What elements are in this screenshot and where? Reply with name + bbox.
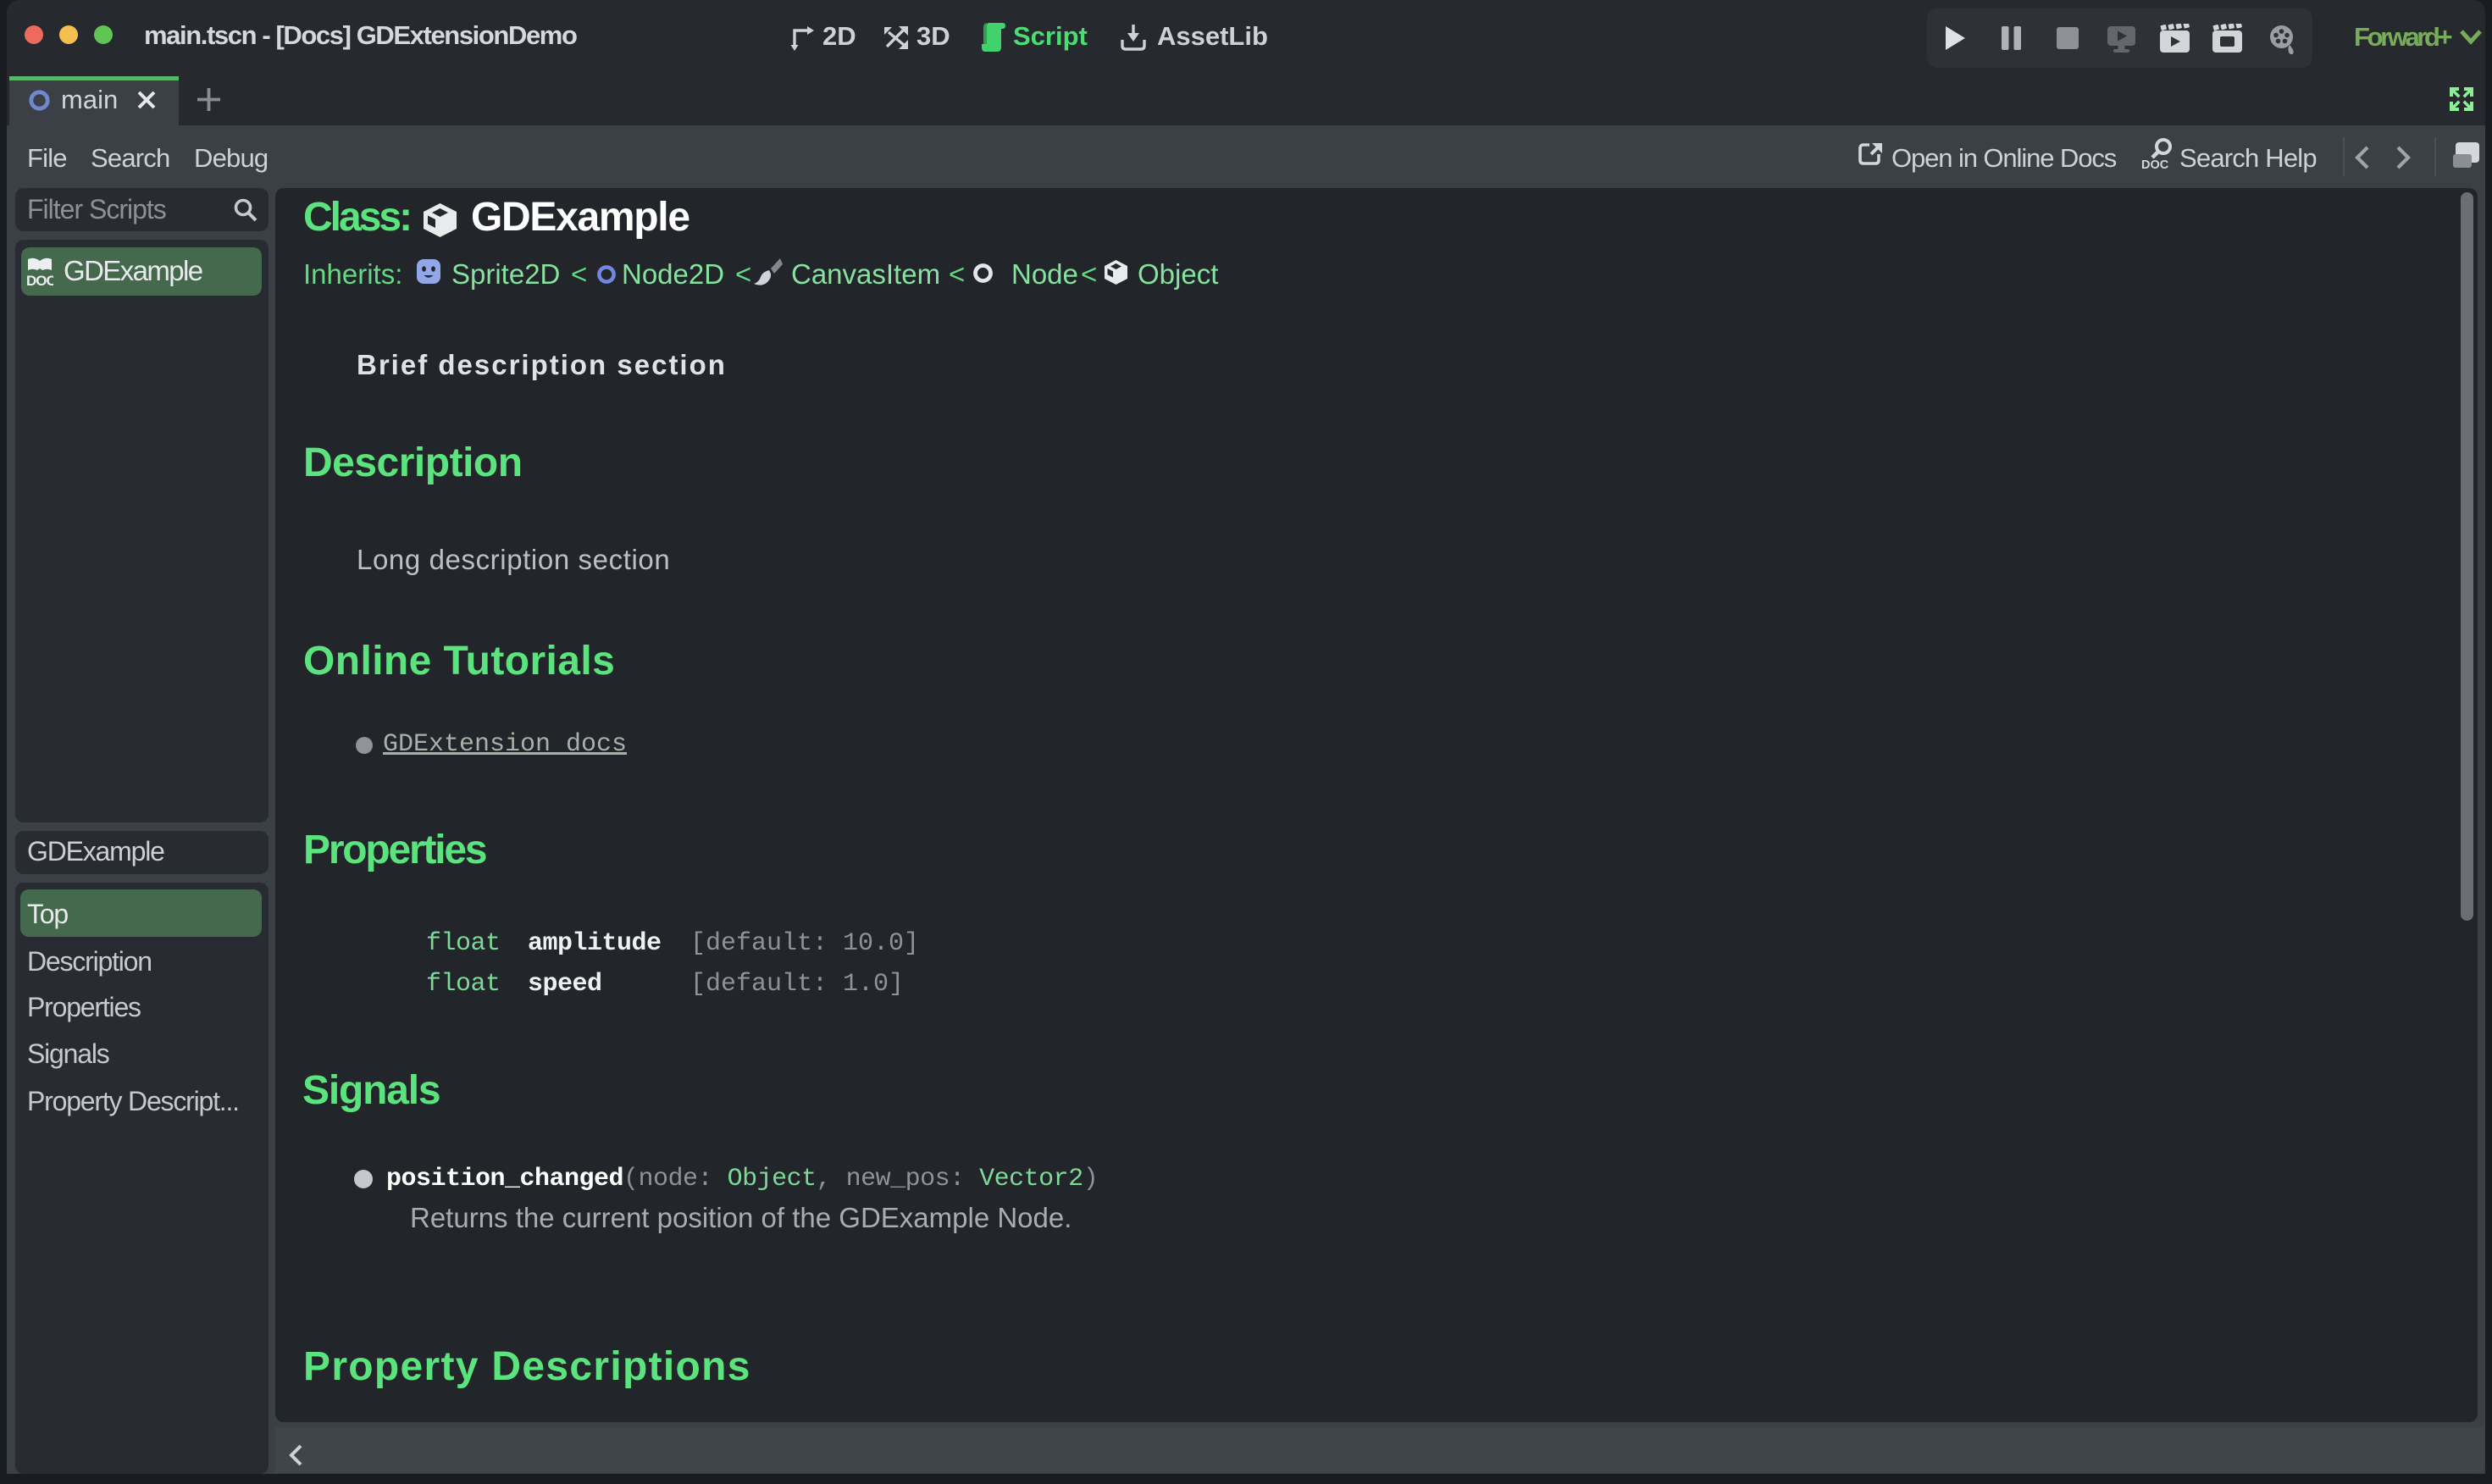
svg-text:DOC: DOC: [2141, 158, 2169, 170]
svg-text:DOC: DOC: [26, 273, 53, 287]
